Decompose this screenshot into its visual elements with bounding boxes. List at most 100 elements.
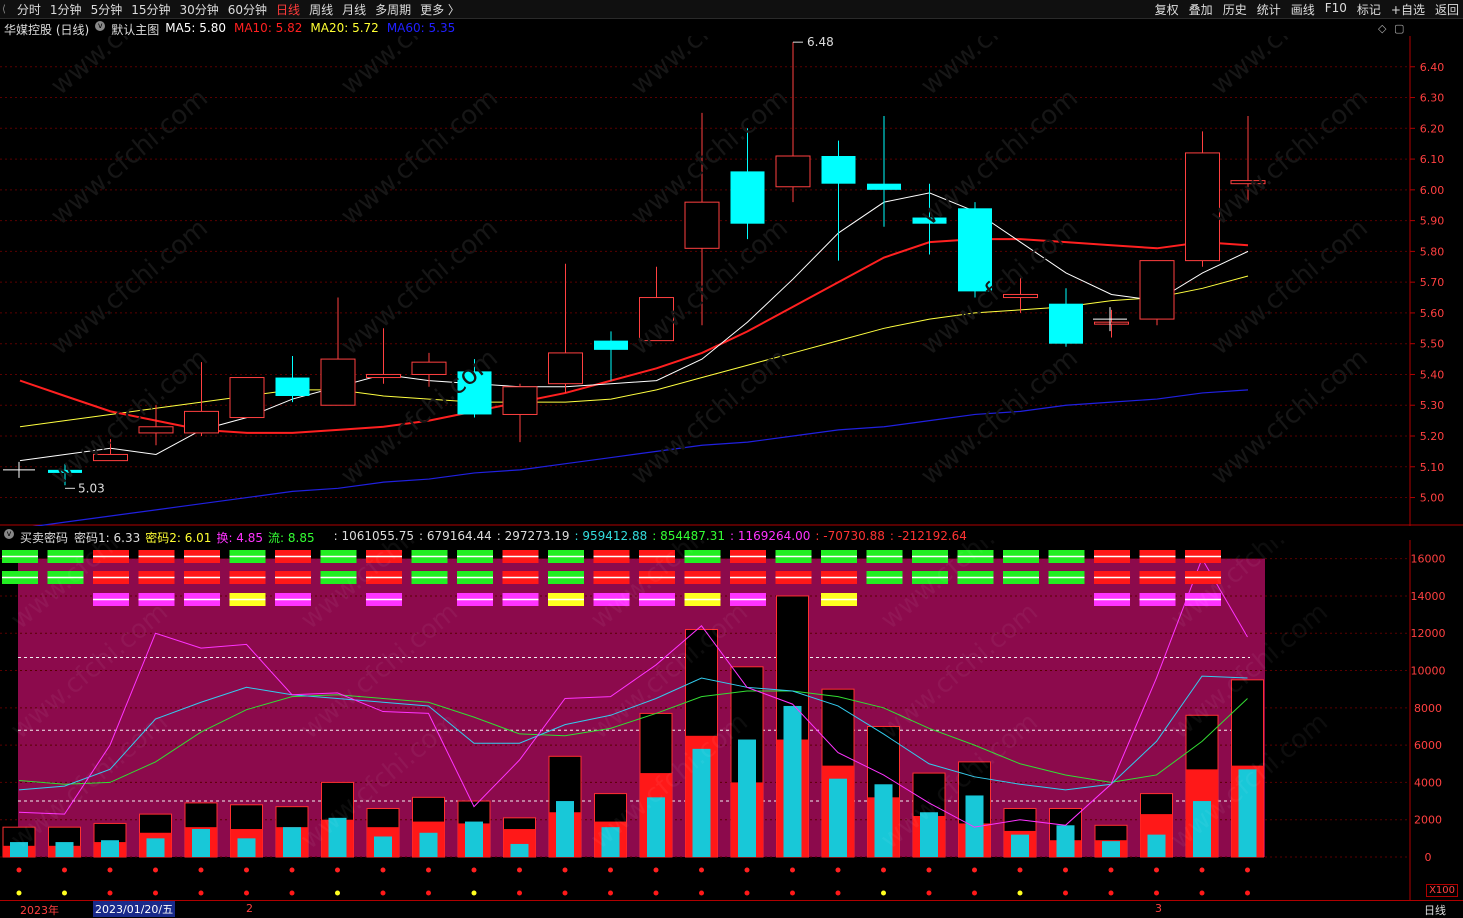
candle-body	[1094, 321, 1129, 325]
volume-bar-cyan	[237, 838, 256, 857]
volume-bar-cyan	[55, 842, 74, 857]
period-tab[interactable]: 多周期	[375, 1, 411, 18]
y-tick-label: 5.80	[1420, 245, 1445, 258]
signal-dot	[517, 890, 522, 896]
y-tick-label: 6.20	[1420, 122, 1445, 135]
watermark: www.cfchi.com	[45, 83, 214, 231]
toolbar-action-button[interactable]: 历史	[1223, 1, 1247, 18]
signal-dot	[1063, 867, 1068, 873]
period-tab[interactable]: 1分钟	[50, 1, 82, 18]
signal-dot	[1154, 890, 1159, 896]
volume-bar-cyan	[419, 832, 438, 857]
period-tab[interactable]: 5分钟	[91, 1, 123, 18]
period-tab[interactable]: 分时	[17, 1, 41, 18]
signal-dot	[972, 890, 977, 896]
candle-body	[138, 426, 174, 434]
candle-body	[411, 361, 447, 375]
signal-dot	[1063, 890, 1068, 896]
indicator-chart[interactable]: 1600014000120001000080006000400020000www…	[0, 540, 1463, 900]
settings-circle-icon[interactable]: v	[4, 529, 14, 539]
signal-dot	[608, 867, 613, 873]
period-tab[interactable]: 60分钟	[228, 1, 267, 18]
candle-body	[867, 183, 901, 190]
volume-bar-cyan	[146, 838, 165, 857]
period-tab[interactable]: 15分钟	[131, 1, 170, 18]
volume-bar-cyan	[101, 840, 119, 857]
y-tick-label: 5.60	[1420, 307, 1445, 320]
volume-bar-cyan	[556, 801, 574, 857]
signal-dot	[562, 867, 568, 873]
volume-bar-cyan	[1102, 841, 1120, 857]
signal-dot	[926, 890, 932, 896]
signal-dot	[562, 890, 568, 896]
y-tick-label: 4000	[1414, 776, 1442, 789]
toolbar-action-button[interactable]: +自选	[1391, 1, 1425, 18]
signal-dot	[517, 867, 522, 873]
candlestick-chart[interactable]: 6.40 6.30 6.20 6.10 6.00 5.90 5.80 5.70 5.60 5.50…	[0, 36, 1463, 526]
volume-bar-cyan	[783, 705, 802, 857]
period-tab[interactable]: 月线	[342, 1, 366, 18]
y-tick-label: 0	[1425, 851, 1432, 864]
candle-body	[366, 373, 401, 379]
y-tick-label: 12000	[1411, 627, 1446, 640]
watermark: www.cfchi.com	[45, 213, 214, 361]
scale-label: X100	[1426, 884, 1458, 897]
toolbar-action-button[interactable]: 画线	[1291, 1, 1315, 18]
settings-circle-icon[interactable]: v	[95, 21, 106, 31]
signal-dot	[653, 867, 659, 873]
candle-body	[775, 155, 811, 188]
volume-bar-cyan	[510, 843, 529, 857]
y-tick-label: 16000	[1411, 553, 1446, 566]
signal-dot	[107, 867, 113, 873]
y-tick-label: 5.70	[1420, 276, 1445, 289]
candle-body	[821, 156, 856, 184]
y-tick-label: 5.50	[1420, 338, 1445, 351]
toolbar-action-button[interactable]: 标记	[1357, 1, 1381, 18]
toolbar-action-button[interactable]: 叠加	[1189, 1, 1213, 18]
signal-dot	[380, 890, 386, 896]
signal-dot	[289, 867, 295, 873]
period-tab[interactable]: 30分钟	[179, 1, 218, 18]
volume-bar-cyan	[1056, 825, 1075, 857]
low-price-label: 5.03	[78, 481, 105, 495]
watermark: www.cfchi.com	[335, 83, 504, 231]
signal-dot	[380, 867, 386, 873]
signal-dot	[1017, 890, 1023, 896]
y-tick-label: 6.40	[1420, 61, 1445, 74]
y-tick-label: 5.20	[1420, 430, 1445, 443]
candle-body	[730, 171, 765, 224]
restore-icon[interactable]: ▢	[1394, 22, 1404, 35]
back-arrow-icon[interactable]: ⟨	[2, 4, 6, 15]
signal-dot	[1108, 890, 1114, 896]
candle-body	[594, 340, 628, 350]
candle-body	[184, 410, 219, 434]
signal-dot	[335, 890, 340, 896]
candle-body	[502, 386, 538, 415]
top-toolbar: ⟨ 分时 1分钟 5分钟 15分钟 30分钟 60分钟 日线 周线 月线 多周期 更多 〉 复权 叠加…	[0, 0, 1463, 19]
signal-dot	[198, 867, 204, 873]
signal-dot	[335, 867, 340, 873]
toolbar-action-button[interactable]: F10	[1325, 1, 1347, 18]
signal-dot	[1199, 867, 1205, 873]
candle-body	[320, 358, 356, 406]
signal-dot	[1245, 867, 1250, 873]
signal-dot	[1017, 867, 1023, 873]
y-tick-label: 8000	[1414, 702, 1442, 715]
ma-line	[32, 389, 1249, 526]
y-tick-label: 5.40	[1420, 368, 1445, 381]
signal-dot	[16, 890, 22, 896]
toolbar-action-button[interactable]: 复权	[1155, 1, 1179, 18]
candle-body	[1139, 260, 1175, 320]
diamond-icon[interactable]: ◇	[1378, 22, 1386, 35]
month-label-3: 3	[1155, 902, 1162, 915]
candle-body	[275, 377, 310, 396]
candle-body	[229, 377, 265, 419]
toolbar-action-button[interactable]: 统计	[1257, 1, 1281, 18]
toolbar-action-button[interactable]: 返回	[1435, 1, 1459, 18]
period-tab[interactable]: 周线	[309, 1, 333, 18]
watermark: www.cfchi.com	[335, 213, 504, 361]
watermark: www.cfchi.com	[625, 343, 794, 491]
period-tab[interactable]: 日线	[276, 1, 300, 18]
period-tab[interactable]: 更多 〉	[420, 1, 460, 18]
signal-dot	[1245, 890, 1250, 896]
